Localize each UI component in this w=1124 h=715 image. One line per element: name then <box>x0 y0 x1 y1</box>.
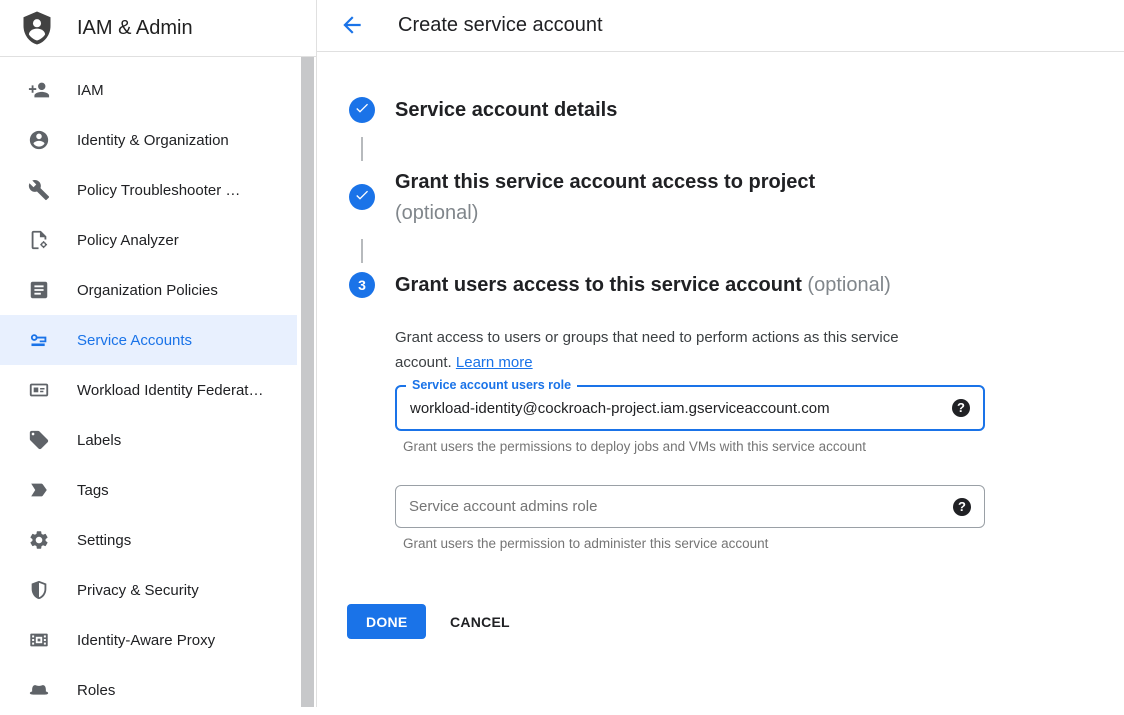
check-icon <box>354 100 370 121</box>
back-button[interactable] <box>338 12 366 40</box>
step-3-title: Grant users access to this service accou… <box>395 273 891 298</box>
wrench-icon <box>28 179 50 201</box>
sidebar-item-organization-policies[interactable]: Organization Policies <box>0 265 297 315</box>
step-1-indicator <box>349 97 375 123</box>
page-title: Create service account <box>398 0 603 51</box>
check-icon <box>354 187 370 208</box>
sidebar-header: IAM & Admin <box>0 0 316 57</box>
service-account-users-role-field: Service account users role ? <box>395 385 985 431</box>
sidebar-item-workload-identity-federat[interactable]: Workload Identity Federat… <box>0 365 297 415</box>
help-icon[interactable]: ? <box>952 399 970 417</box>
person-add-icon <box>28 79 50 101</box>
main-panel: Create service account 3 Service account… <box>317 0 1124 707</box>
sidebar-item-service-accounts[interactable]: Service Accounts <box>0 315 297 365</box>
sidebar-scrollbar[interactable] <box>301 57 314 707</box>
sidebar-title: IAM & Admin <box>77 0 193 56</box>
service-account-admins-role-field: ? <box>395 485 985 528</box>
step-connector <box>361 137 363 161</box>
help-icon[interactable]: ? <box>953 498 971 516</box>
back-arrow-icon <box>339 12 365 41</box>
sidebar-item-identity-organization[interactable]: Identity & Organization <box>0 115 297 165</box>
sidebar-item-settings[interactable]: Settings <box>0 515 297 565</box>
iam-admin-shield-logo-icon <box>19 10 55 46</box>
label-important-icon <box>28 479 50 501</box>
step-3-optional: (optional) <box>807 274 890 296</box>
users-role-helper-text: Grant users the permissions to deploy jo… <box>403 439 866 454</box>
gear-icon <box>28 529 50 551</box>
sidebar: IAM & Admin IAM Identity & Organization … <box>0 0 317 707</box>
service-account-icon <box>28 329 50 351</box>
users-role-input[interactable] <box>397 387 983 429</box>
shield-half-icon <box>28 579 50 601</box>
hat-icon <box>28 679 50 701</box>
sidebar-item-policy-analyzer[interactable]: Policy Analyzer <box>0 215 297 265</box>
sidebar-item-privacy-security[interactable]: Privacy & Security <box>0 565 297 615</box>
sidebar-item-roles[interactable]: Roles <box>0 665 297 715</box>
step-2-title[interactable]: Grant this service account access to pro… <box>395 167 815 229</box>
admins-role-helper-text: Grant users the permission to administer… <box>403 536 768 551</box>
step-3-indicator: 3 <box>349 272 375 298</box>
done-button[interactable]: DONE <box>347 604 426 639</box>
sidebar-item-iam[interactable]: IAM <box>0 65 297 115</box>
sidebar-nav: IAM Identity & Organization Policy Troub… <box>0 57 297 715</box>
step-2-optional: (optional) <box>395 198 815 229</box>
step-3-number: 3 <box>358 277 366 293</box>
sidebar-item-tags[interactable]: Tags <box>0 465 297 515</box>
label-tag-icon <box>28 429 50 451</box>
sidebar-item-policy-troubleshooter[interactable]: Policy Troubleshooter … <box>0 165 297 215</box>
proxy-icon <box>28 629 50 651</box>
policy-analyzer-icon <box>28 229 50 251</box>
step-2-indicator <box>349 184 375 210</box>
sidebar-item-labels[interactable]: Labels <box>0 415 297 465</box>
account-circle-icon <box>28 129 50 151</box>
step-connector <box>361 239 363 263</box>
id-card-icon <box>28 379 50 401</box>
article-icon <box>28 279 50 301</box>
learn-more-link[interactable]: Learn more <box>456 354 533 371</box>
users-role-label: Service account users role <box>406 378 577 392</box>
topbar: Create service account <box>317 0 1124 52</box>
step-3-description: Grant access to users or groups that nee… <box>395 325 955 375</box>
step-1-title[interactable]: Service account details <box>395 98 617 123</box>
sidebar-item-identity-aware-proxy[interactable]: Identity-Aware Proxy <box>0 615 297 665</box>
cancel-button[interactable]: CANCEL <box>436 604 524 639</box>
admins-role-input[interactable] <box>396 486 984 527</box>
